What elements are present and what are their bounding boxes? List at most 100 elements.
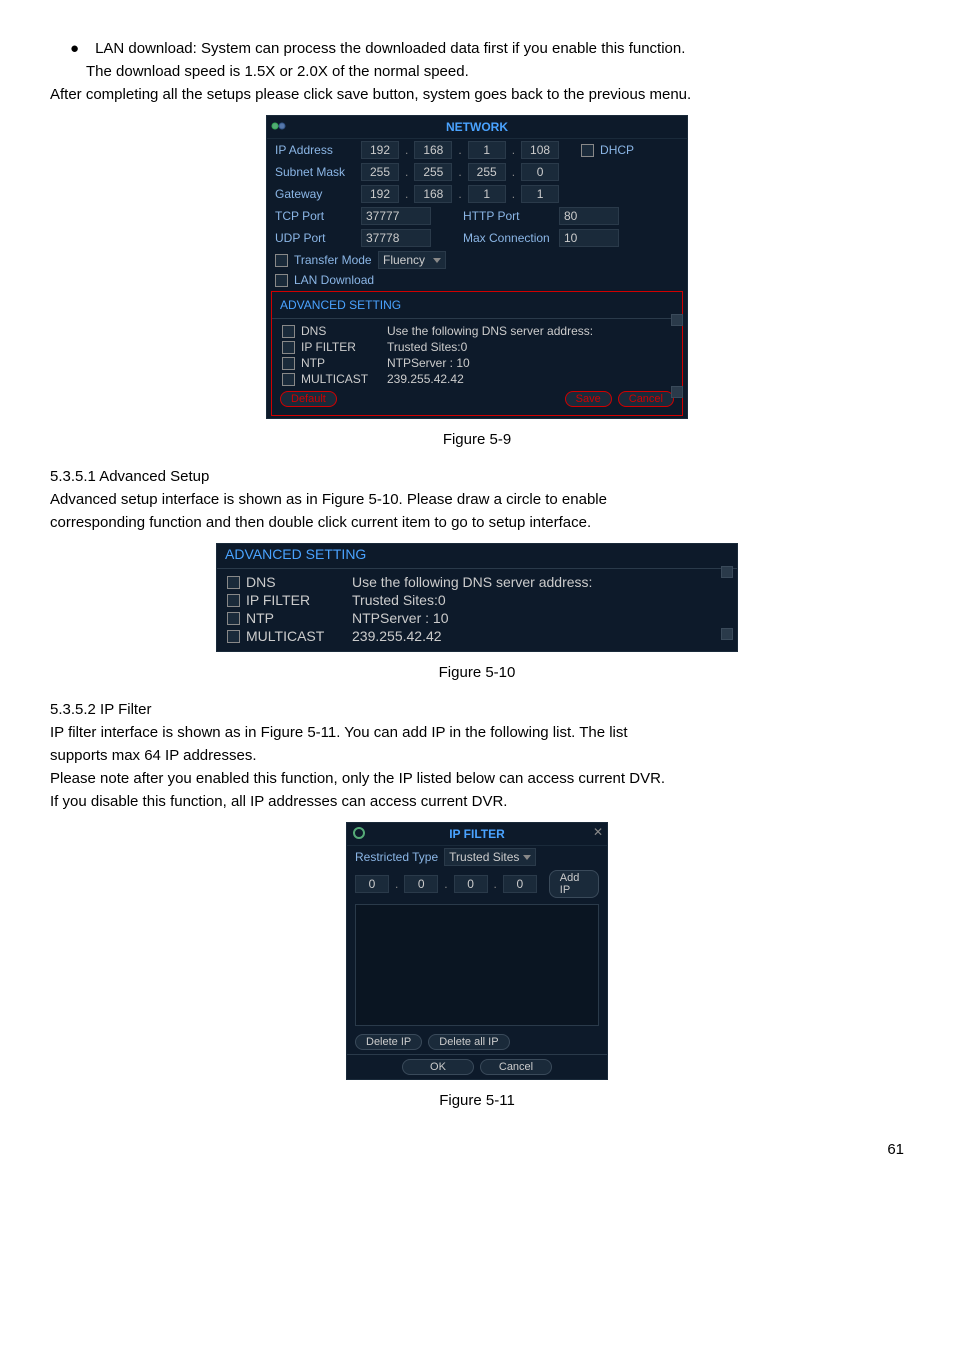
chevron-down-icon-2: [523, 855, 531, 860]
heading-5352: 5.3.5.2 IP Filter: [50, 699, 904, 720]
ipfilter-p3: Please note after you enabled this funct…: [50, 768, 904, 789]
lan-download-label: LAN Download: [294, 273, 374, 287]
advanced-setting-heading: ADVANCED SETTING: [217, 544, 737, 564]
http-label: HTTP Port: [463, 209, 553, 223]
tcp-port-input[interactable]: 37777: [361, 207, 431, 225]
ipfilter-p2: supports max 64 IP addresses.: [50, 745, 904, 766]
ipfilter-checkbox-2[interactable]: [227, 594, 240, 607]
adv-setup-p2: corresponding function and then double c…: [50, 512, 904, 533]
multicast-desc-2: 239.255.42.42: [352, 628, 442, 644]
restricted-type-select[interactable]: Trusted Sites: [444, 848, 536, 866]
udp-label: UDP Port: [275, 231, 355, 245]
ipfilter-checkbox[interactable]: [282, 341, 295, 354]
mask-1[interactable]: 255: [361, 163, 399, 181]
network-panel: NETWORK IP Address 192. 168. 1. 108 DHCP…: [266, 115, 688, 419]
ntp-checkbox[interactable]: [282, 357, 295, 370]
ip-filter-icon: [351, 826, 369, 840]
restricted-type-label: Restricted Type: [355, 850, 438, 864]
ok-button[interactable]: OK: [402, 1059, 474, 1075]
multicast-checkbox[interactable]: [282, 373, 295, 386]
dhcp-checkbox[interactable]: [581, 144, 594, 157]
maxconn-label: Max Connection: [463, 231, 553, 245]
after-setup-text: After completing all the setups please c…: [50, 84, 904, 105]
heading-5351: 5.3.5.1 Advanced Setup: [50, 466, 904, 487]
gw-1[interactable]: 192: [361, 185, 399, 203]
ip-address-label: IP Address: [275, 143, 355, 157]
ip-octet-2[interactable]: 168: [414, 141, 452, 159]
ip-octet-1[interactable]: 192: [361, 141, 399, 159]
multicast-label[interactable]: MULTICAST: [301, 372, 381, 386]
maxconn-input[interactable]: 10: [559, 229, 619, 247]
delete-ip-button[interactable]: Delete IP: [355, 1034, 422, 1050]
ipfilter-desc-2: Trusted Sites:0: [352, 592, 446, 608]
chevron-down-icon: [433, 258, 441, 263]
ipf-octet-3[interactable]: 0: [454, 875, 488, 893]
http-port-input[interactable]: 80: [559, 207, 619, 225]
ipf-octet-2[interactable]: 0: [404, 875, 438, 893]
ntp-label[interactable]: NTP: [301, 356, 381, 370]
dhcp-label: DHCP: [600, 143, 634, 157]
multicast-desc: 239.255.42.42: [387, 372, 464, 386]
transfer-mode-select[interactable]: Fluency: [378, 251, 446, 269]
advanced-section: ADVANCED SETTING DNS Use the following D…: [271, 291, 683, 416]
ipf-octet-4[interactable]: 0: [503, 875, 537, 893]
ipf-octet-1[interactable]: 0: [355, 875, 389, 893]
dns-desc-2: Use the following DNS server address:: [352, 574, 592, 590]
lan-download-checkbox[interactable]: [275, 274, 288, 287]
scroll-up-icon-2[interactable]: [721, 566, 733, 578]
ip-filter-panel: ✕ IP FILTER Restricted Type Trusted Site…: [346, 822, 608, 1080]
lan-download-text: LAN download: System can process the dow…: [95, 40, 685, 57]
mask-4[interactable]: 0: [521, 163, 559, 181]
delete-all-ip-button[interactable]: Delete all IP: [428, 1034, 509, 1050]
udp-port-input[interactable]: 37778: [361, 229, 431, 247]
ip-filter-title: IP FILTER: [347, 823, 607, 846]
dns-checkbox[interactable]: [282, 325, 295, 338]
multicast-checkbox-2[interactable]: [227, 630, 240, 643]
ntp-desc-2: NTPServer : 10: [352, 610, 448, 626]
ip-list[interactable]: [355, 904, 599, 1026]
ntp-checkbox-2[interactable]: [227, 612, 240, 625]
close-icon[interactable]: ✕: [593, 825, 603, 839]
dns-desc: Use the following DNS server address:: [387, 324, 593, 338]
tcp-label: TCP Port: [275, 209, 355, 223]
ipfilter-label[interactable]: IP FILTER: [301, 340, 381, 354]
gw-3[interactable]: 1: [468, 185, 506, 203]
multicast-label-2[interactable]: MULTICAST: [246, 628, 346, 644]
save-button[interactable]: Save: [565, 391, 612, 407]
cancel-button[interactable]: Cancel: [618, 391, 674, 407]
ipfilter-p4: If you disable this function, all IP add…: [50, 791, 904, 812]
dns-checkbox-2[interactable]: [227, 576, 240, 589]
ntp-label-2[interactable]: NTP: [246, 610, 346, 626]
figure-5-9-caption: Figure 5-9: [50, 429, 904, 450]
transfer-label: Transfer Mode: [294, 253, 372, 267]
ntp-desc: NTPServer : 10: [387, 356, 470, 370]
cancel-button-2[interactable]: Cancel: [480, 1059, 552, 1075]
ip-octet-4[interactable]: 108: [521, 141, 559, 159]
figure-5-10-caption: Figure 5-10: [50, 662, 904, 683]
scroll-down-icon-2[interactable]: [721, 628, 733, 640]
add-ip-button[interactable]: Add IP: [549, 870, 599, 898]
mask-3[interactable]: 255: [468, 163, 506, 181]
dns-label[interactable]: DNS: [301, 324, 381, 338]
gw-4[interactable]: 1: [521, 185, 559, 203]
advanced-setting-panel: ADVANCED SETTING DNS Use the following D…: [216, 543, 738, 652]
scroll-down-icon[interactable]: [671, 386, 683, 398]
mask-2[interactable]: 255: [414, 163, 452, 181]
dns-label-2[interactable]: DNS: [246, 574, 346, 590]
gateway-label: Gateway: [275, 187, 355, 201]
ipfilter-p1: IP filter interface is shown as in Figur…: [50, 722, 904, 743]
advanced-heading: ADVANCED SETTING: [272, 296, 682, 314]
adv-setup-p1: Advanced setup interface is shown as in …: [50, 489, 904, 510]
ipfilter-desc: Trusted Sites:0: [387, 340, 467, 354]
transfer-checkbox[interactable]: [275, 254, 288, 267]
default-button[interactable]: Default: [280, 391, 337, 407]
ip-octet-3[interactable]: 1: [468, 141, 506, 159]
scroll-up-icon[interactable]: [671, 314, 683, 326]
page-number: 61: [50, 1141, 904, 1158]
figure-5-11-caption: Figure 5-11: [50, 1090, 904, 1111]
lan-download-line2: The download speed is 1.5X or 2.0X of th…: [50, 61, 904, 82]
network-title: NETWORK: [267, 116, 687, 139]
gw-2[interactable]: 168: [414, 185, 452, 203]
ipfilter-label-2[interactable]: IP FILTER: [246, 592, 346, 608]
subnet-label: Subnet Mask: [275, 165, 355, 179]
